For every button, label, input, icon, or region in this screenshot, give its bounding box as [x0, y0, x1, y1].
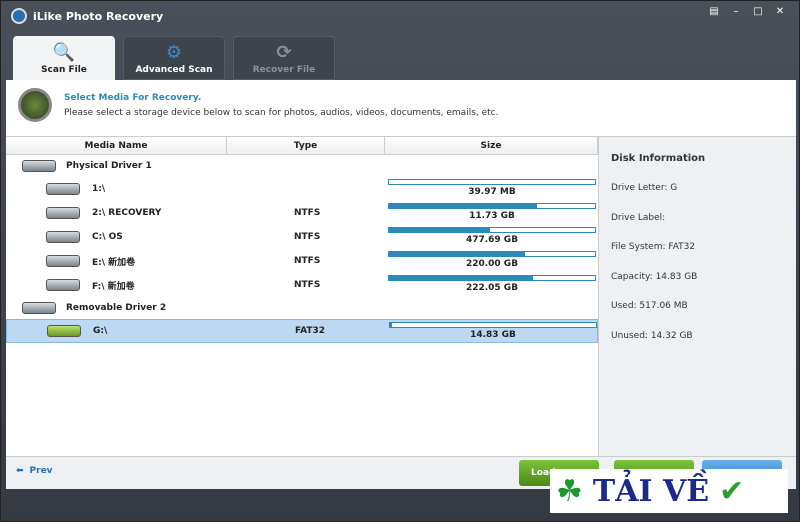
watermark-logo: ☘ TẢI VỀ ✔ — [550, 469, 788, 513]
minimize-button[interactable]: – — [725, 5, 747, 19]
usage-fill — [389, 252, 525, 256]
media-table: Media Name Type Size Physical Driver 1 1:… — [6, 137, 598, 457]
usage-bar — [388, 251, 596, 257]
magnifier-icon: 🔍 — [52, 42, 76, 63]
table-header: Media Name Type Size — [6, 137, 598, 155]
usage-bar — [389, 322, 597, 328]
main-panel: Media Name Type Size Physical Driver 1 1:… — [6, 136, 796, 457]
tab-bar: 🔍 Scan File ⚙ Advanced Scan ⟳ Recover File — [13, 36, 335, 80]
drive-label: Drive Label: — [611, 212, 666, 223]
arrow-left-icon: ⬅ — [16, 466, 24, 476]
used: Used: 517.06 MB — [611, 301, 688, 311]
window-controls: ▤ – □ ✕ — [703, 5, 791, 19]
prev-label: Prev — [29, 466, 53, 476]
hard-drive-icon — [22, 302, 56, 314]
media-name: G:\ — [93, 326, 108, 336]
drive-icon — [46, 255, 80, 267]
table-row[interactable]: F:\ 新加卷 NTFS 222.05 GB — [6, 273, 598, 297]
capacity: Capacity: 14.83 GB — [611, 271, 698, 282]
drive-group[interactable]: Removable Driver 2 — [6, 297, 598, 319]
table-row[interactable]: G:\ FAT32 14.83 GB — [6, 319, 598, 343]
media-type: FAT32 — [295, 326, 326, 336]
table-row[interactable]: C:\ OS NTFS 477.69 GB — [6, 225, 598, 249]
hard-drive-icon — [22, 160, 56, 172]
usage-bar — [388, 275, 596, 281]
app-title: iLike Photo Recovery — [33, 9, 164, 23]
disk-info-title: Disk Information — [611, 153, 706, 164]
media-name: E:\ 新加卷 — [92, 257, 136, 268]
step-header: Select Media For Recovery. Please select… — [6, 80, 796, 136]
media-size: 477.69 GB — [465, 235, 519, 245]
drive-icon — [47, 325, 81, 337]
media-type: NTFS — [294, 280, 321, 290]
header-title: Select Media For Recovery. — [64, 93, 202, 103]
prev-button[interactable]: ⬅ Prev — [16, 466, 53, 476]
table-row[interactable]: E:\ 新加卷 NTFS 220.00 GB — [6, 249, 598, 273]
usage-bar — [388, 179, 596, 185]
clover-icon: ☘ — [556, 473, 583, 509]
tab-advanced-scan[interactable]: ⚙ Advanced Scan — [123, 36, 225, 80]
usage-fill — [390, 323, 393, 327]
close-button[interactable]: ✕ — [769, 5, 791, 19]
table-row[interactable]: 1:\ 39.97 MB — [6, 177, 598, 201]
drive-letter: Drive Letter: G — [611, 183, 678, 193]
menu-icon[interactable]: ▤ — [703, 5, 725, 19]
column-type[interactable]: Type — [227, 137, 385, 154]
media-size: 39.97 MB — [468, 187, 516, 197]
header-subtitle: Please select a storage device below to … — [64, 108, 499, 118]
media-size: 222.05 GB — [465, 283, 519, 293]
drive-icon — [46, 231, 80, 243]
tab-label: Recover File — [252, 65, 316, 75]
recover-icon: ⟳ — [276, 42, 292, 63]
table-body: Physical Driver 1 1:\ 39.97 MB 2:\ RECOVER… — [6, 155, 598, 343]
maximize-button[interactable]: □ — [747, 5, 769, 19]
drive-icon — [46, 183, 80, 195]
checkmark-icon: ✔ — [719, 473, 745, 509]
tab-recover-file[interactable]: ⟳ Recover File — [233, 36, 335, 80]
gear-icon: ⚙ — [165, 42, 183, 63]
app-window: iLike Photo Recovery ▤ – □ ✕ 🔍 Scan File ⚙ Ad… — [0, 0, 800, 522]
tab-label: Advanced Scan — [135, 65, 213, 75]
media-icon — [18, 88, 52, 122]
drive-icon — [46, 279, 80, 291]
media-name: 2:\ RECOVERY — [92, 208, 162, 218]
usage-fill — [389, 228, 490, 232]
table-row[interactable]: 2:\ RECOVERY NTFS 11.73 GB — [6, 201, 598, 225]
drive-group[interactable]: Physical Driver 1 — [6, 155, 598, 177]
media-name: C:\ OS — [92, 232, 123, 242]
media-size: 220.00 GB — [465, 259, 519, 269]
usage-bar — [388, 203, 596, 209]
usage-fill — [389, 204, 538, 208]
tab-scan-file[interactable]: 🔍 Scan File — [13, 36, 115, 80]
column-media-name[interactable]: Media Name — [6, 137, 227, 154]
column-size[interactable]: Size — [385, 137, 598, 154]
media-type: NTFS — [294, 256, 321, 266]
title-bar: iLike Photo Recovery — [11, 8, 163, 24]
media-size: 11.73 GB — [469, 211, 515, 221]
unused: Unused: 14.32 GB — [611, 330, 693, 341]
file-system: File System: FAT32 — [611, 242, 696, 252]
group-label: Removable Driver 2 — [66, 303, 167, 313]
media-type: NTFS — [294, 232, 321, 242]
disk-information-panel: Disk Information Drive Letter: G Drive L… — [598, 137, 796, 457]
media-size: 14.83 GB — [470, 330, 516, 340]
media-type: NTFS — [294, 208, 321, 218]
usage-fill — [389, 276, 534, 280]
app-icon — [11, 8, 27, 24]
group-label: Physical Driver 1 — [66, 161, 152, 171]
tab-label: Scan File — [41, 65, 87, 75]
media-name: F:\ 新加卷 — [92, 281, 135, 292]
usage-bar — [388, 227, 596, 233]
drive-icon — [46, 207, 80, 219]
media-name: 1:\ — [92, 184, 106, 194]
